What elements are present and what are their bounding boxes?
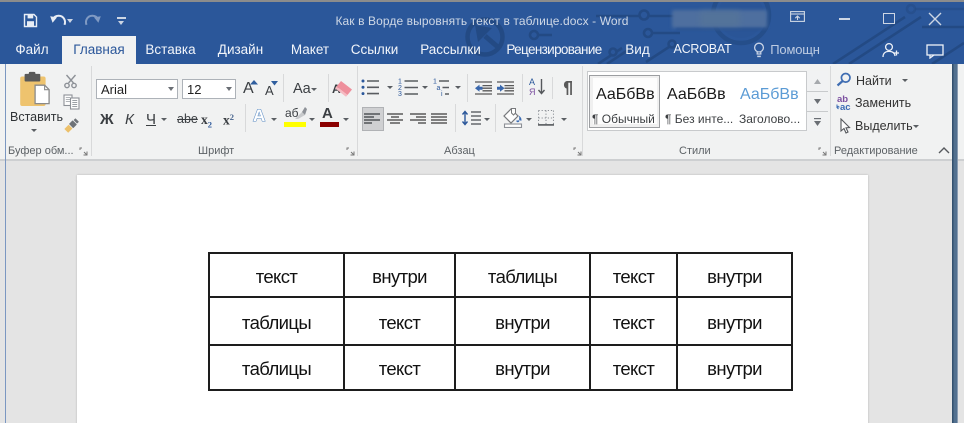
svg-text:ac: ac [840,102,851,111]
svg-text:А: А [529,77,535,87]
svg-text:Я: Я [529,87,536,97]
svg-text:3: 3 [398,91,402,96]
svg-text:i: i [441,91,443,96]
svg-text:a: a [437,85,441,92]
svg-text:А: А [253,106,265,125]
